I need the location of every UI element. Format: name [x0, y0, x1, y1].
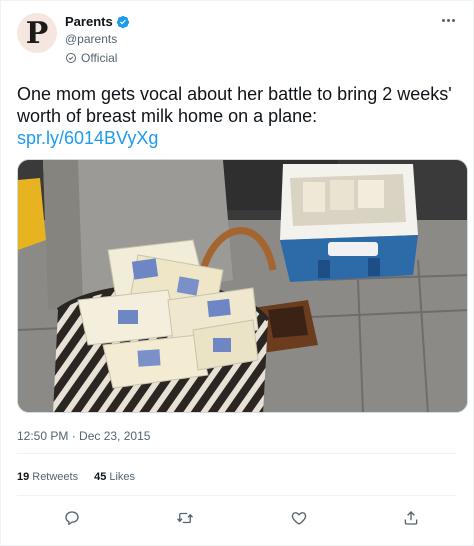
tweet-timestamp[interactable]: 12:50 PM · Dec 23, 2015	[17, 429, 150, 443]
verified-badge-icon	[116, 15, 129, 28]
retweet-button[interactable]	[173, 506, 197, 530]
avatar-letter: P	[25, 16, 49, 51]
tweet-photo[interactable]	[17, 159, 468, 413]
divider	[17, 453, 457, 454]
official-text: Official	[81, 51, 118, 65]
account-handle[interactable]: @parents	[65, 32, 117, 46]
share-icon	[404, 511, 418, 525]
tweet-text: One mom gets vocal about her battle to b…	[17, 83, 467, 149]
tweet-actions	[1, 506, 473, 530]
official-label: Official	[65, 51, 117, 65]
account-name[interactable]: Parents	[65, 14, 113, 29]
more-options-icon[interactable]	[437, 11, 459, 29]
retweet-icon	[177, 512, 193, 524]
likes-stat[interactable]: 45 Likes	[94, 471, 135, 483]
account-name-row[interactable]: Parents	[65, 14, 130, 29]
tweet-link[interactable]: spr.ly/6014BVyXg	[17, 127, 467, 149]
tweet-card[interactable]: P Parents @parents Official One mom gets…	[0, 0, 474, 546]
heart-icon	[291, 512, 307, 525]
retweets-label: Retweets	[32, 471, 79, 483]
reply-icon	[65, 511, 79, 526]
retweets-count: 19	[17, 471, 30, 483]
share-button[interactable]	[399, 506, 423, 530]
likes-label: Likes	[109, 471, 136, 483]
retweets-stat[interactable]: 19 Retweets	[17, 471, 78, 483]
reply-button[interactable]	[60, 506, 84, 530]
avatar[interactable]: P	[17, 13, 57, 53]
engagement-stats: 19 Retweets 45 Likes	[17, 471, 135, 483]
photo-breast-milk-bags-on-floor	[18, 160, 467, 412]
like-button[interactable]	[287, 506, 311, 530]
likes-count: 45	[94, 471, 107, 483]
divider	[17, 495, 457, 496]
tweet-body: One mom gets vocal about her battle to b…	[17, 84, 452, 126]
official-check-icon	[66, 53, 76, 63]
